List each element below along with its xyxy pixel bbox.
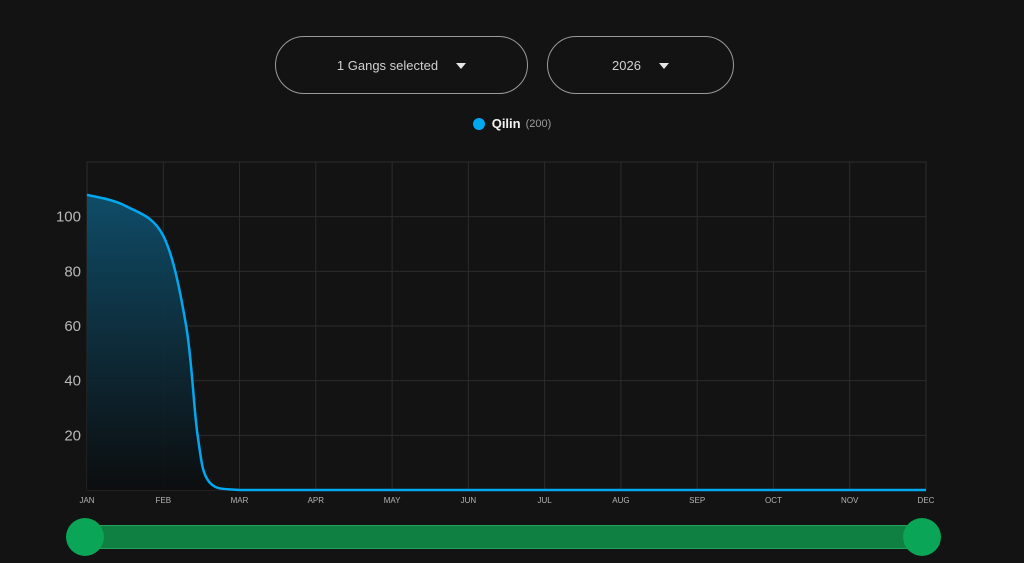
x-tick-label: NOV <box>841 496 859 505</box>
y-tick-label: 20 <box>64 427 81 444</box>
chart-grid <box>86 161 927 491</box>
x-tick-label: APR <box>308 496 325 505</box>
range-slider-start-handle[interactable] <box>66 518 104 556</box>
y-tick-label: 60 <box>64 318 81 335</box>
x-tick-label: MAY <box>384 496 401 505</box>
x-axis-ticks: JAN FEB MAR APR MAY JUN JUL AUG SEP OCT NOV DEC <box>79 496 934 505</box>
area-chart: 20 40 60 80 100 JAN FEB MAR APR MAY JUN JUL AUG SEP O… <box>56 161 935 505</box>
x-tick-label: OCT <box>765 496 782 505</box>
x-tick-label: MAR <box>231 496 249 505</box>
x-tick-label: JAN <box>79 496 94 505</box>
x-tick-label: DEC <box>918 496 935 505</box>
chart-area-layer <box>86 193 927 492</box>
series-area-fill <box>87 194 926 491</box>
x-tick-label: FEB <box>155 496 171 505</box>
x-tick-label: AUG <box>612 496 629 505</box>
y-tick-label: 100 <box>56 209 81 226</box>
y-tick-label: 80 <box>64 263 81 280</box>
x-tick-label: JUN <box>461 496 477 505</box>
chart-page: 1 Gangs selected 2026 Qilin (200) 20 40 60… <box>0 0 1024 563</box>
x-tick-label: SEP <box>689 496 705 505</box>
range-slider-track[interactable] <box>84 525 922 549</box>
range-slider-end-handle[interactable] <box>903 518 941 556</box>
x-tick-label: JUL <box>538 496 553 505</box>
y-tick-label: 40 <box>64 373 81 390</box>
y-axis-ticks: 20 40 60 80 100 <box>56 209 81 445</box>
series-line[interactable] <box>86 193 926 492</box>
